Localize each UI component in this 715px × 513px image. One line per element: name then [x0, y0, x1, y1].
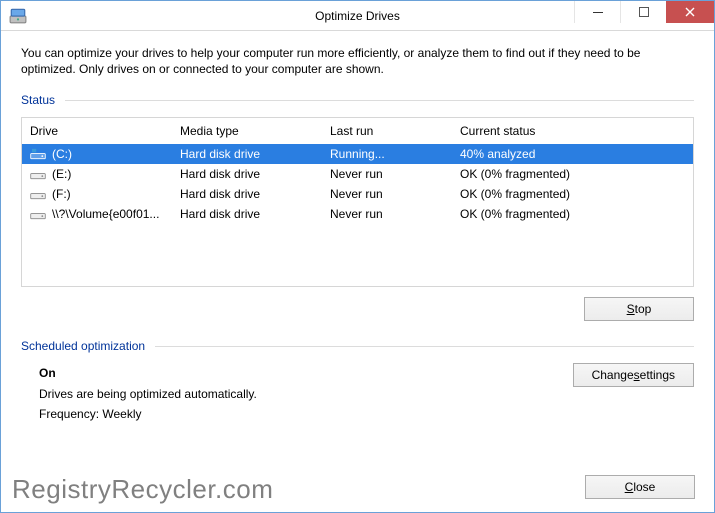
drives-table: Drive Media type Last run Current status… — [22, 118, 693, 224]
col-status[interactable]: Current status — [452, 118, 693, 144]
col-last[interactable]: Last run — [322, 118, 452, 144]
status-section-header: Status — [21, 93, 694, 107]
col-media[interactable]: Media type — [172, 118, 322, 144]
col-drive[interactable]: Drive — [22, 118, 172, 144]
drive-last-run: Never run — [322, 164, 452, 184]
drive-last-run: Never run — [322, 184, 452, 204]
close-window-button[interactable] — [666, 1, 714, 23]
scheduled-label: Scheduled optimization — [21, 339, 145, 353]
drive-media: Hard disk drive — [172, 164, 322, 184]
description-text: You can optimize your drives to help you… — [21, 45, 694, 77]
section-rule — [155, 346, 694, 347]
drive-status: 40% analyzed — [452, 144, 693, 164]
drive-status: OK (0% fragmented) — [452, 204, 693, 224]
maximize-button[interactable] — [620, 1, 666, 23]
close-button[interactable]: Close — [585, 475, 695, 499]
status-label: Status — [21, 93, 55, 107]
drive-status: OK (0% fragmented) — [452, 184, 693, 204]
scheduled-section-header: Scheduled optimization — [21, 339, 694, 353]
drive-name: \\?\Volume{e00f01... — [52, 207, 159, 221]
scheduled-info: On Drives are being optimized automatica… — [39, 363, 257, 424]
stop-button[interactable]: Stop — [584, 297, 694, 321]
drive-name: (E:) — [52, 167, 71, 181]
minimize-button[interactable] — [574, 1, 620, 23]
table-row[interactable]: \\?\Volume{e00f01... Hard disk driveNever… — [22, 204, 693, 224]
change-settings-button[interactable]: Change settings — [573, 363, 694, 387]
drive-last-run: Running... — [322, 144, 452, 164]
watermark-text: RegistryRecycler.com — [12, 474, 273, 505]
stop-accesskey: S — [627, 302, 635, 316]
table-row[interactable]: (F:) Hard disk driveNever runOK (0% fragm… — [22, 184, 693, 204]
scheduled-state: On — [39, 363, 257, 383]
app-icon — [9, 7, 27, 25]
titlebar: Optimize Drives — [1, 1, 714, 31]
section-rule — [65, 100, 694, 101]
drives-listbox[interactable]: Drive Media type Last run Current status… — [21, 117, 694, 287]
drive-name: (F:) — [52, 187, 71, 201]
table-row[interactable]: (C:) Hard disk driveRunning...40% analyze… — [22, 144, 693, 164]
drive-status: OK (0% fragmented) — [452, 164, 693, 184]
table-header-row: Drive Media type Last run Current status — [22, 118, 693, 144]
drive-media: Hard disk drive — [172, 144, 322, 164]
window-controls — [574, 1, 714, 30]
table-row[interactable]: (E:) Hard disk driveNever runOK (0% fragm… — [22, 164, 693, 184]
drive-media: Hard disk drive — [172, 204, 322, 224]
scheduled-desc: Drives are being optimized automatically… — [39, 384, 257, 404]
drive-last-run: Never run — [322, 204, 452, 224]
scheduled-frequency: Frequency: Weekly — [39, 404, 257, 424]
drive-name: (C:) — [52, 147, 72, 161]
drive-media: Hard disk drive — [172, 184, 322, 204]
